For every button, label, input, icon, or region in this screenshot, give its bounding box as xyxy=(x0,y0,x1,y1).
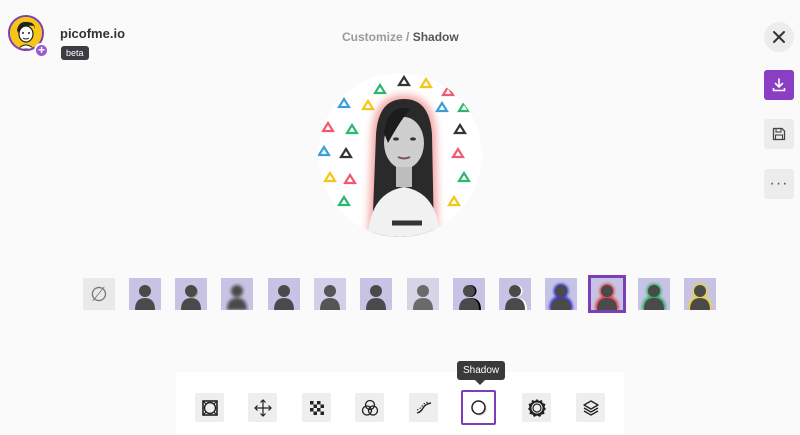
person-silhouette-icon xyxy=(175,278,207,310)
shadow-option[interactable] xyxy=(638,278,670,310)
add-photo-plus-icon[interactable]: + xyxy=(34,43,49,58)
close-icon xyxy=(773,31,785,43)
shadow-option-selected[interactable] xyxy=(588,275,626,313)
download-button[interactable] xyxy=(764,70,794,100)
no-shadow-icon: ∅ xyxy=(90,283,108,306)
more-icon: ··· xyxy=(769,175,789,192)
breadcrumb: Customize / Shadow xyxy=(342,30,459,44)
person-silhouette-icon xyxy=(684,278,716,310)
shadow-option[interactable] xyxy=(360,278,392,310)
transparency-tool-button[interactable] xyxy=(302,393,331,422)
shadow-option[interactable] xyxy=(453,278,485,310)
person-silhouette-icon xyxy=(221,278,253,310)
frame-tool-button[interactable] xyxy=(195,393,224,422)
shadow-option[interactable] xyxy=(175,278,207,310)
portrait-image xyxy=(318,74,471,237)
shadow-option[interactable] xyxy=(407,278,439,310)
curve-icon xyxy=(416,401,431,414)
close-button[interactable] xyxy=(764,22,794,52)
person-silhouette-icon xyxy=(499,278,531,310)
border-tool-button[interactable] xyxy=(522,393,551,422)
gear-border-icon xyxy=(527,398,546,417)
more-options-button[interactable]: ··· xyxy=(764,169,794,199)
person-silhouette-icon xyxy=(360,278,392,310)
beta-badge: beta xyxy=(61,46,89,60)
breadcrumb-parent[interactable]: Customize xyxy=(342,30,403,44)
tooltip-arrow xyxy=(475,380,485,385)
shadow-option[interactable] xyxy=(499,278,531,310)
download-icon xyxy=(772,78,786,92)
shadow-option[interactable] xyxy=(684,278,716,310)
person-silhouette-icon xyxy=(453,278,485,310)
shadow-tooltip: Shadow xyxy=(457,361,506,380)
person-silhouette-icon xyxy=(407,278,439,310)
layers-icon xyxy=(582,399,599,416)
save-icon xyxy=(772,127,786,141)
save-button[interactable] xyxy=(764,119,794,149)
person-silhouette-icon xyxy=(638,278,670,310)
shadow-option[interactable] xyxy=(545,278,577,310)
shadow-option[interactable] xyxy=(129,278,161,310)
checker-icon xyxy=(309,400,324,415)
app-brand-name: picofme.io xyxy=(60,26,126,41)
curve-tool-button[interactable] xyxy=(409,393,438,422)
person-silhouette-icon xyxy=(591,278,623,310)
profile-picture-preview xyxy=(318,73,482,237)
person-silhouette-icon xyxy=(314,278,346,310)
bottom-toolbar xyxy=(176,372,624,435)
shadow-option[interactable] xyxy=(221,278,253,310)
breadcrumb-separator: / xyxy=(406,30,410,44)
move-icon xyxy=(253,398,272,417)
person-silhouette-icon xyxy=(268,278,300,310)
shadow-option[interactable] xyxy=(314,278,346,310)
breadcrumb-current: Shadow xyxy=(412,30,459,44)
person-silhouette-icon xyxy=(545,278,577,310)
move-tool-button[interactable] xyxy=(248,393,277,422)
shadow-icon xyxy=(470,399,486,415)
layers-tool-button[interactable] xyxy=(576,393,605,422)
shadow-none-option[interactable]: ∅ xyxy=(83,278,115,310)
shadow-tool-button[interactable] xyxy=(461,390,496,425)
color-circles-icon xyxy=(361,399,378,416)
person-silhouette-icon xyxy=(129,278,161,310)
shadow-option[interactable] xyxy=(268,278,300,310)
frame-icon xyxy=(201,399,218,416)
color-blend-tool-button[interactable] xyxy=(355,393,384,422)
